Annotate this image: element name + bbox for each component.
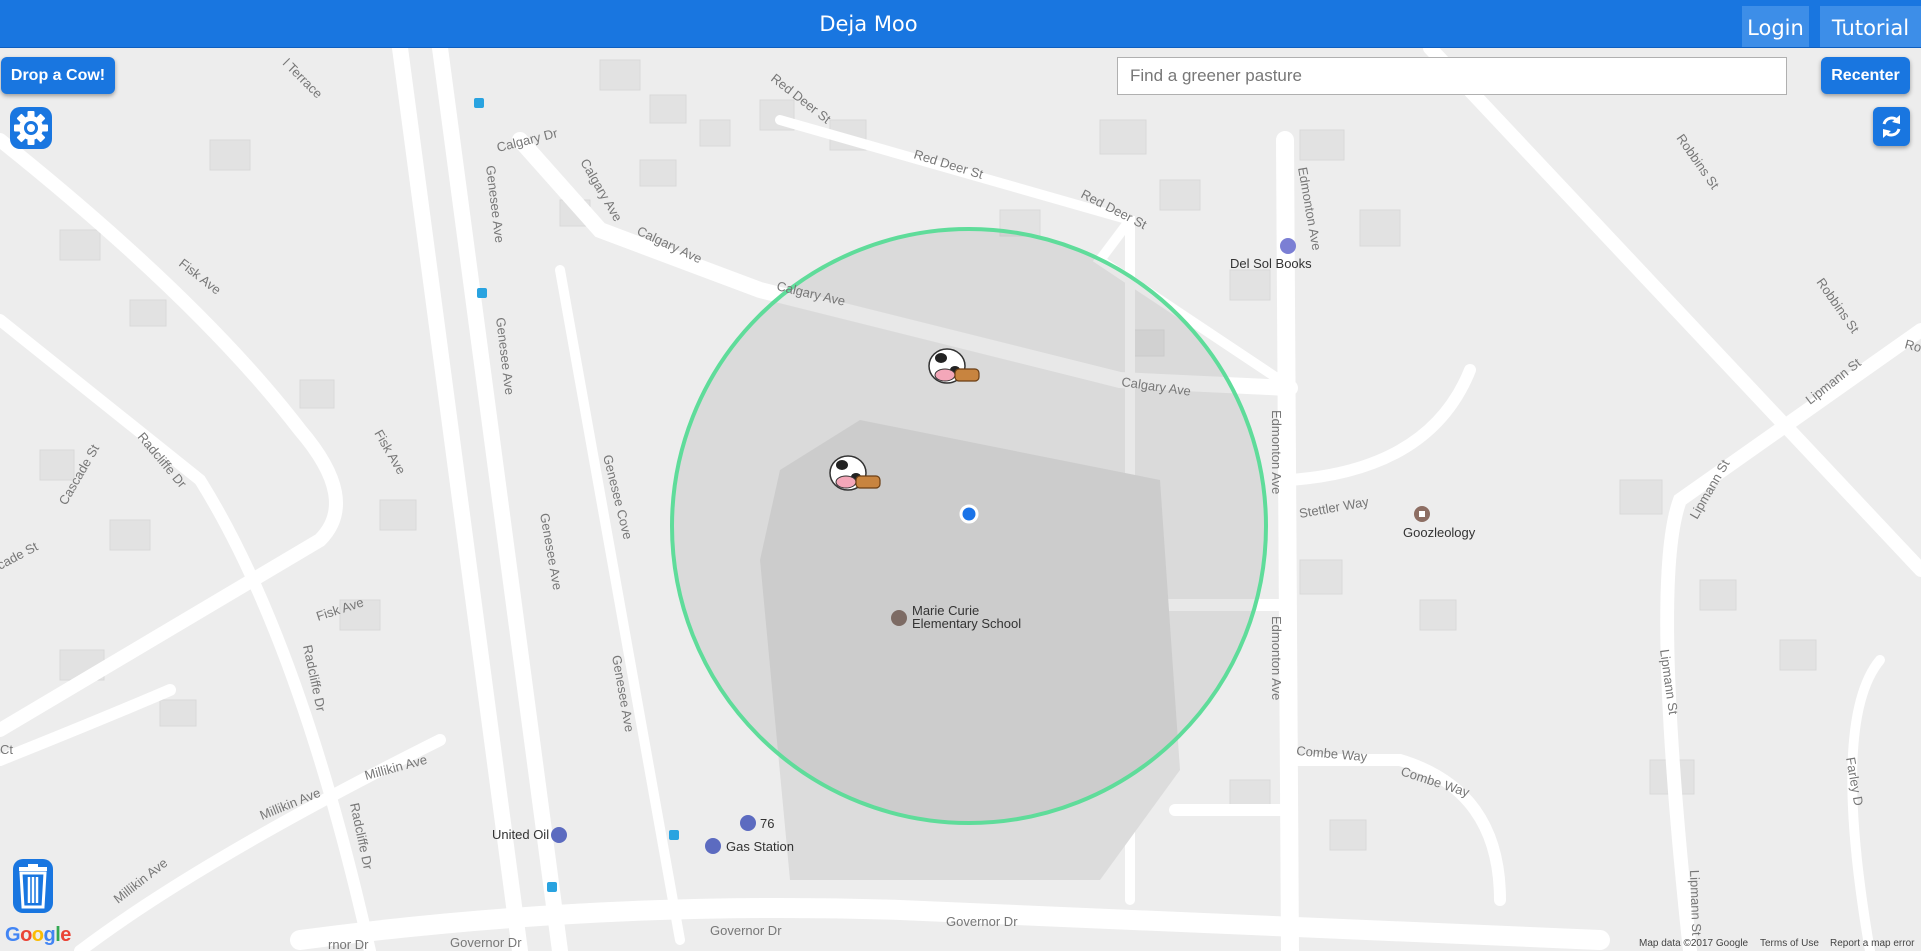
shop-poi-icon[interactable] [1280, 238, 1296, 254]
login-button[interactable]: Login [1742, 6, 1809, 47]
google-logo: Google [5, 924, 71, 946]
poi-label: United Oil [492, 827, 549, 842]
report-error-link[interactable]: Report a map error [1830, 938, 1914, 949]
gas-station-icon[interactable] [551, 827, 567, 843]
street-label: Governor Dr [946, 914, 1018, 929]
tutorial-button[interactable]: Tutorial [1820, 6, 1921, 47]
app-title: Deja Moo [819, 12, 918, 36]
gas-station-icon[interactable] [705, 838, 721, 854]
bus-stop-icon[interactable] [669, 830, 679, 840]
refresh-icon [1882, 115, 1901, 138]
drop-cow-button[interactable]: Drop a Cow! [1, 57, 115, 94]
street-label: Governor Dr [710, 923, 782, 938]
trash-button[interactable] [9, 857, 57, 915]
map-canvas[interactable]: Del Sol Books Goozleology Marie Curie El… [0, 48, 1921, 951]
terms-link[interactable]: Terms of Use [1760, 938, 1819, 949]
app-header: Deja Moo Login Tutorial [0, 0, 1921, 48]
street-label: Edmonton Ave [1269, 616, 1284, 700]
poi-label: Goozleology [1403, 525, 1476, 540]
street-label: Ct [0, 742, 13, 757]
gas-station-icon[interactable] [740, 815, 756, 831]
search-input[interactable] [1117, 57, 1787, 95]
trash-icon [13, 859, 53, 913]
map-data-attribution: Map data ©2017 Google [1639, 938, 1749, 949]
poi-icon[interactable] [1414, 506, 1430, 522]
street-label: Governor Dr [450, 935, 522, 950]
bus-stop-icon[interactable] [547, 882, 557, 892]
street-label: Lipmann St [1687, 870, 1704, 937]
recenter-button[interactable]: Recenter [1821, 57, 1910, 94]
street-label: Edmonton Ave [1269, 410, 1284, 494]
map-svg[interactable]: Del Sol Books Goozleology Marie Curie El… [0, 48, 1921, 951]
street-label: rnor Dr [328, 937, 369, 951]
poi-label: 76 [760, 816, 774, 831]
settings-button[interactable] [8, 105, 54, 151]
gear-icon [10, 107, 52, 149]
radius-circle [670, 227, 1268, 825]
school-icon[interactable] [891, 610, 907, 626]
refresh-button[interactable] [1873, 107, 1910, 146]
poi-label: Del Sol Books [1230, 256, 1312, 271]
bus-stop-icon[interactable] [474, 98, 484, 108]
poi-label: Gas Station [726, 839, 794, 854]
poi-label: Elementary School [912, 616, 1021, 631]
bus-stop-icon[interactable] [477, 288, 487, 298]
user-location-dot [959, 504, 979, 524]
